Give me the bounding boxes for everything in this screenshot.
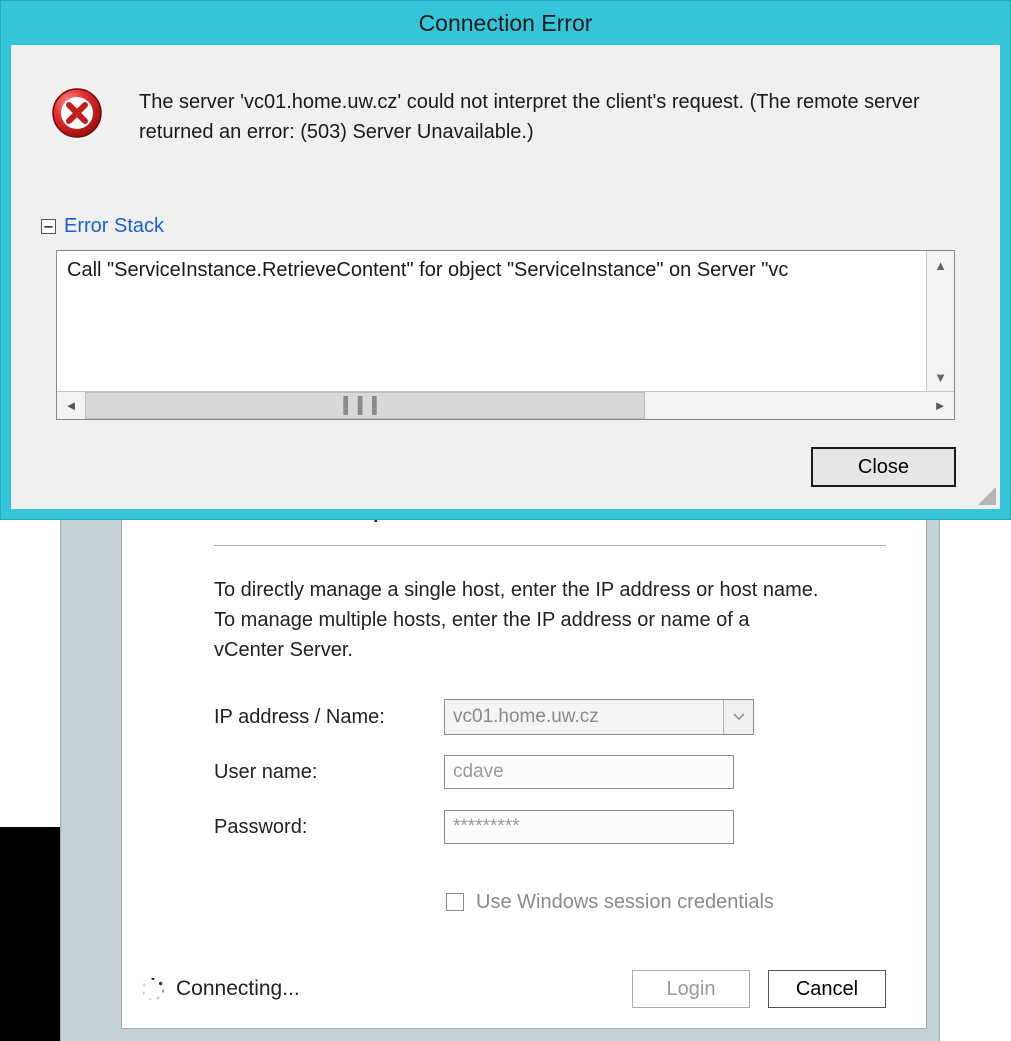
vertical-scrollbar[interactable]: ▲ ▼ [926,251,954,391]
status-text: Connecting... [176,977,300,1001]
error-icon [51,87,111,147]
scroll-right-icon[interactable]: ► [926,392,954,419]
scroll-up-icon[interactable]: ▲ [927,251,954,279]
password-input[interactable] [444,810,734,844]
session-credentials-checkbox[interactable] [446,893,464,911]
resize-grip-icon[interactable] [976,485,996,505]
ip-combobox[interactable]: vc01.home.uw.cz [444,699,754,735]
dialog-body: The server 'vc01.home.uw.cz' could not i… [11,45,1000,509]
desktop-background-strip [0,827,60,1041]
spinner-icon [142,978,164,1000]
horizontal-scrollbar[interactable]: ◄ ▍▍▍ ► [57,391,954,419]
ip-value: vc01.home.uw.cz [445,706,723,728]
error-message: The server 'vc01.home.uw.cz' could not i… [111,87,970,147]
username-label: User name: [214,761,444,784]
error-stack-line: Call "ServiceInstance.RetrieveContent" f… [67,259,924,282]
password-label: Password: [214,816,444,839]
divider [214,545,886,546]
ip-label: IP address / Name: [214,706,444,729]
chevron-down-icon[interactable] [723,700,753,734]
error-stack-toggle[interactable]: − Error Stack [41,215,164,238]
scroll-down-icon[interactable]: ▼ [927,363,954,391]
username-input[interactable] [444,755,734,789]
error-dialog: Connection Error The server [0,0,1011,520]
login-help-text: To directly manage a single host, enter … [214,575,854,665]
cancel-button[interactable]: Cancel [768,970,886,1008]
session-credentials-label: Use Windows session credentials [476,891,774,914]
error-stack-area: Call "ServiceInstance.RetrieveContent" f… [56,250,955,420]
close-button[interactable]: Close [811,447,956,487]
login-button[interactable]: Login [632,970,750,1008]
scroll-left-icon[interactable]: ◄ [57,392,85,419]
collapse-icon: − [41,219,56,234]
scrollbar-thumb[interactable]: ▍▍▍ [85,392,645,419]
error-stack-label: Error Stack [64,215,164,238]
dialog-title: Connection Error [1,1,1010,45]
